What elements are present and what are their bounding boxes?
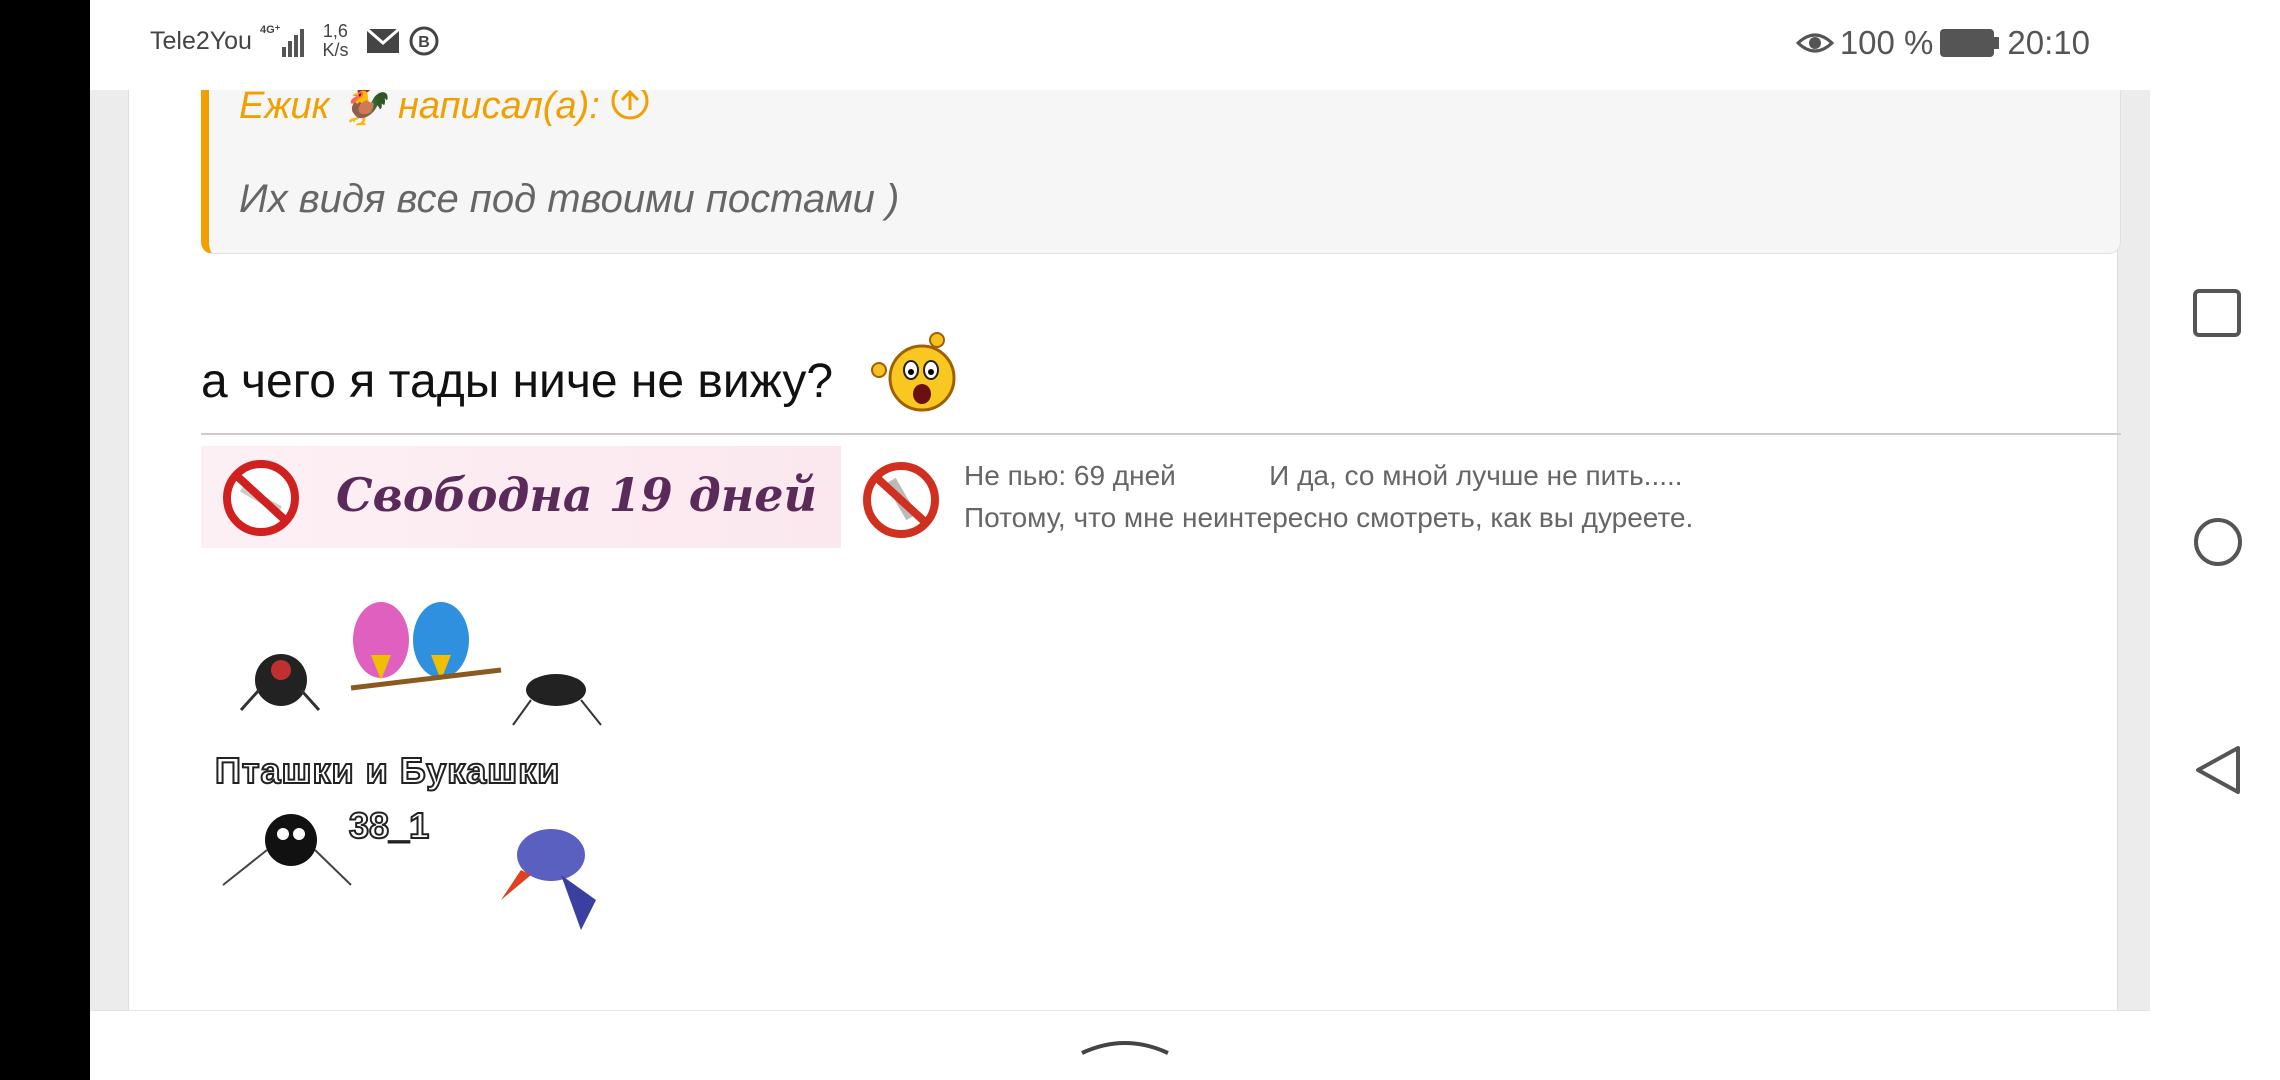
post-message: а чего я тады ниче не вижу?	[201, 330, 963, 432]
quote-text: Их видя все под твоими постами )	[239, 177, 900, 221]
phone-screen: Ежик 🐓 написал(а): Их видя все под твоим…	[90, 0, 2280, 1080]
battery-percentage: 100 %	[1839, 24, 1934, 61]
sober-reason-line: Потому, что мне неинтересно смотреть, ка…	[964, 502, 1694, 533]
clock: 20:10	[2007, 24, 2090, 61]
network-type: 4G⁺	[259, 24, 281, 36]
web-page: Ежик 🐓 написал(а): Их видя все под твоим…	[90, 0, 2150, 1080]
browser-bottom-bar	[90, 1010, 2150, 1080]
chevron-up-icon[interactable]	[1080, 1033, 1170, 1057]
signature-banner-sober: Не пью: 69 дней И да, со мной лучше не п…	[849, 446, 1849, 548]
back-icon[interactable]	[2194, 744, 2242, 796]
free-days-label: Свободна 19 дней	[336, 468, 818, 522]
network-speed-value: 1,6	[322, 21, 348, 41]
sober-days-line: Не пью: 69 дней И да, со мной лучше не п…	[964, 460, 1683, 491]
mail-icon	[366, 28, 401, 53]
battery-icon	[1940, 29, 2000, 57]
eye-comfort-icon	[1795, 33, 1834, 53]
quote-author-label: Ежик 🐓 написал(а):	[239, 85, 600, 127]
status-bar: Tele2You 4G⁺ 1,6 K/s B 100 % 20:10	[90, 0, 2150, 90]
home-icon[interactable]	[2192, 516, 2244, 568]
forum-post: Ежик 🐓 написал(а): Их видя все под твоим…	[128, 0, 2121, 1010]
no-drinking-icon	[863, 462, 939, 538]
signature-banner-birds-bugs: Пташки и Букашки 38_1	[201, 570, 661, 950]
network-speed-unit: K/s	[322, 40, 349, 60]
birds-bugs-number: 38_1	[348, 804, 430, 847]
recents-icon[interactable]	[2192, 288, 2242, 338]
network-speed: 1,6 K/s	[322, 22, 348, 60]
carrier-name: Tele2You	[150, 26, 252, 55]
system-nav-bar	[2150, 0, 2280, 1080]
shocked-smiley-icon	[867, 330, 963, 432]
signal-strength-icon: 4G⁺	[259, 24, 305, 57]
vk-icon: B	[409, 26, 439, 56]
svg-text:B: B	[419, 34, 431, 51]
no-smoking-icon	[223, 460, 299, 536]
post-text: а чего я тады ниче не вижу?	[201, 354, 834, 408]
signature-banner-free: Свободна 19 дней	[201, 446, 841, 548]
signature-divider	[201, 433, 2121, 435]
birds-bugs-title: Пташки и Букашки	[214, 749, 561, 792]
